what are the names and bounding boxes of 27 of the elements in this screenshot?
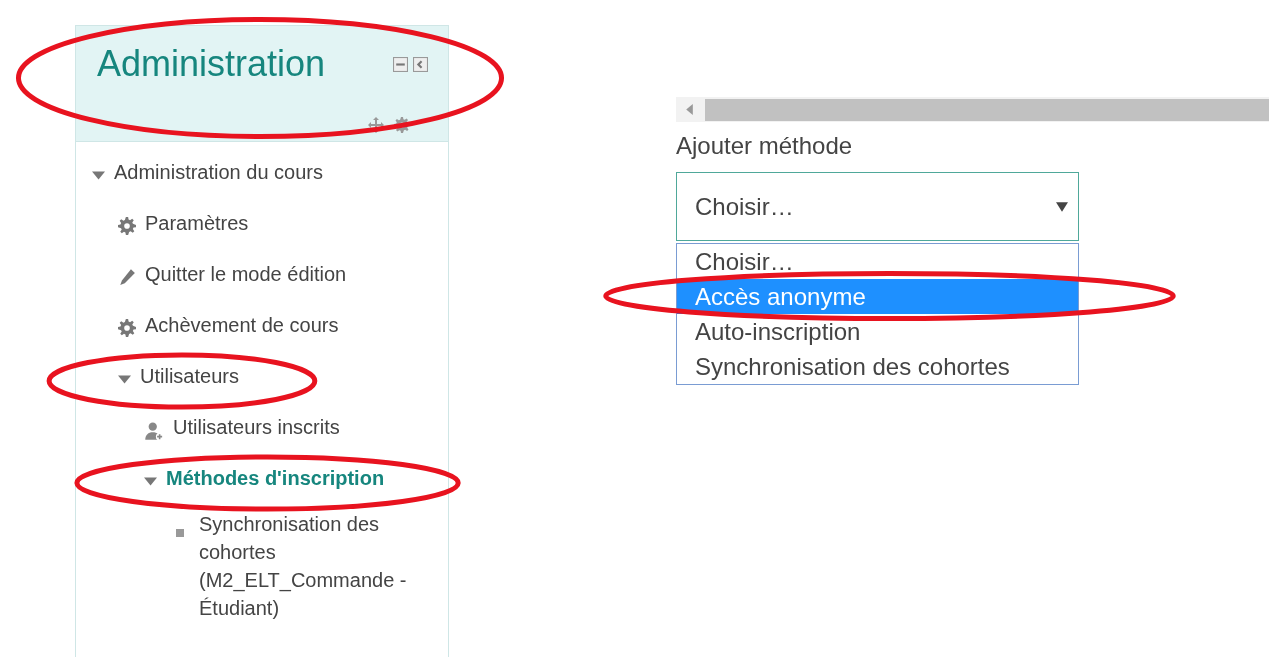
tree-item[interactable]: Synchronisation des cohortes (M2_ELT_Commande - Étudiant) (199, 510, 444, 622)
tree-item[interactable]: Utilisateurs inscrits (173, 413, 340, 441)
tree-item[interactable]: Paramètres (145, 209, 249, 237)
dropdown-option[interactable]: Synchronisation des cohortes (677, 349, 1078, 384)
move-icon[interactable] (368, 117, 384, 133)
scroll-left-icon[interactable] (686, 104, 693, 115)
field-label: Ajouter méthode (676, 132, 854, 160)
dropdown-caret-icon (1056, 200, 1068, 213)
caret-down-icon[interactable] (118, 373, 131, 386)
bullet-icon (176, 529, 184, 537)
tree-item[interactable]: Quitter le mode édition (145, 260, 347, 288)
method-select[interactable]: Choisir… (676, 172, 1079, 241)
pencil-icon (118, 268, 136, 286)
caret-down-icon[interactable] (144, 475, 157, 488)
dropdown-option[interactable]: Auto-inscription (677, 314, 1078, 349)
dock-icon[interactable] (413, 57, 428, 72)
gear-icon[interactable] (394, 117, 410, 133)
caret-down-icon[interactable] (92, 169, 105, 182)
tree-item[interactable]: Utilisateurs (140, 362, 239, 390)
minimize-icon[interactable] (393, 57, 408, 72)
dropdown-option[interactable]: Choisir… (677, 244, 1078, 279)
user-add-icon (144, 421, 164, 441)
block-title: Administration (96, 42, 326, 85)
tree-item[interactable]: Achèvement de cours (145, 311, 339, 339)
gear-icon (118, 319, 136, 337)
tree-item[interactable]: Administration du cours (114, 158, 323, 186)
gear-icon (118, 217, 136, 235)
